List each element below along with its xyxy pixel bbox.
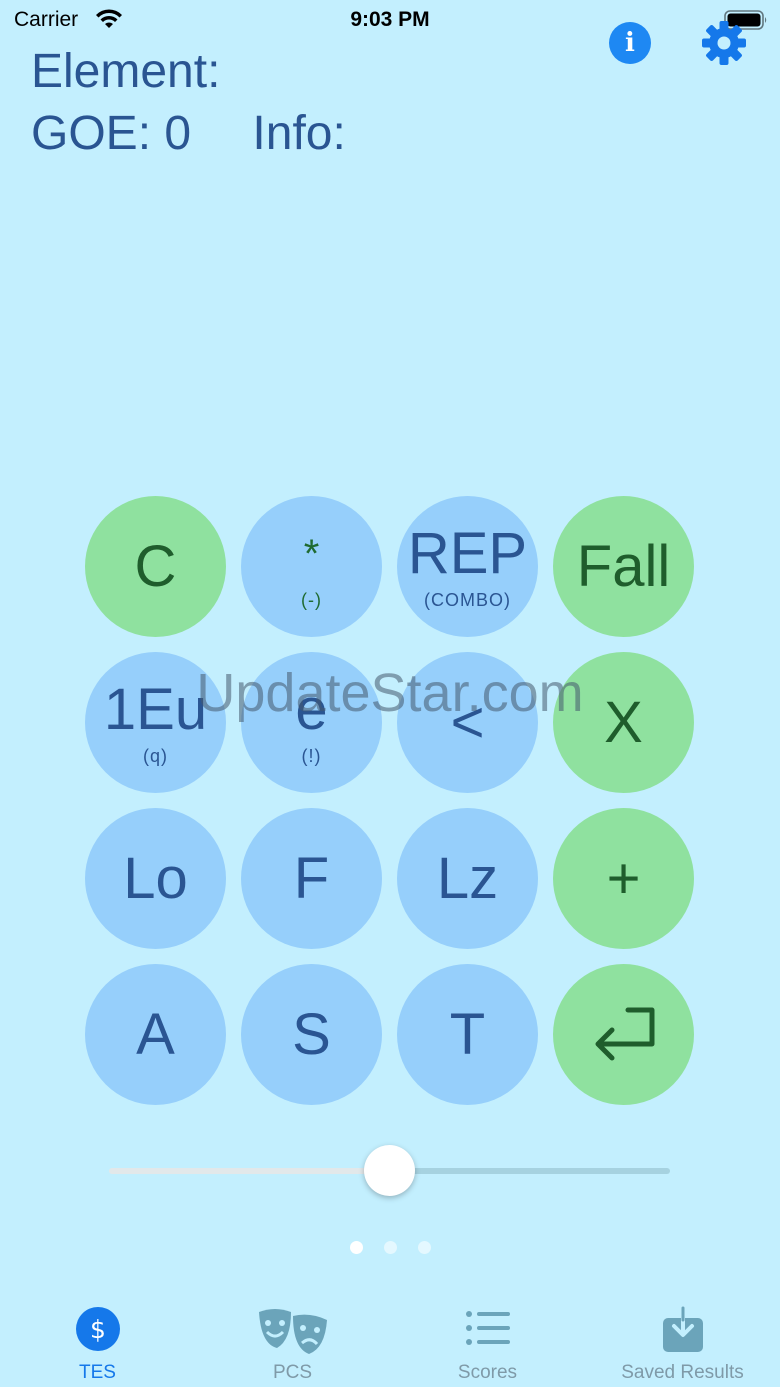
key-return[interactable] <box>553 964 694 1105</box>
slider-thumb[interactable] <box>364 1145 415 1196</box>
gear-icon <box>702 21 746 65</box>
page-dot-2[interactable] <box>384 1241 397 1254</box>
slider-track <box>389 1168 670 1174</box>
info-label: Info: <box>252 107 346 160</box>
tab-pcs[interactable]: PCS <box>195 1290 390 1387</box>
download-tray-icon <box>662 1306 703 1352</box>
key-less-than[interactable]: < <box>397 652 538 793</box>
key-label: 1Eu <box>103 676 208 742</box>
tab-label: PCS <box>272 1362 313 1383</box>
key-label: Fall <box>576 533 671 599</box>
key-sublabel: (!) <box>301 745 322 766</box>
key-s[interactable]: S <box>241 964 382 1105</box>
return-icon <box>595 1007 654 1060</box>
settings-button[interactable] <box>701 20 747 71</box>
key-f[interactable]: F <box>241 808 382 949</box>
key-t[interactable]: T <box>397 964 538 1105</box>
key-label: S <box>292 1001 331 1067</box>
key-label: T <box>449 1001 486 1067</box>
info-icon: i <box>625 28 635 58</box>
svg-text:$: $ <box>90 1315 106 1344</box>
key-fall[interactable]: Fall <box>553 496 694 637</box>
page-dot-3[interactable] <box>418 1241 431 1254</box>
key-sublabel: (-) <box>301 589 322 610</box>
goe-label: GOE: 0 <box>31 107 192 160</box>
key-e[interactable]: e (!) <box>241 652 382 793</box>
key-c[interactable]: C <box>85 496 226 637</box>
key-a[interactable]: A <box>85 964 226 1105</box>
key-label: e <box>295 676 328 742</box>
tab-saved-results[interactable]: Saved Results <box>585 1290 780 1387</box>
key-x[interactable]: X <box>553 652 694 793</box>
key-lz[interactable]: Lz <box>397 808 538 949</box>
tab-label: Saved Results <box>621 1362 744 1383</box>
key-rep[interactable]: REP (COMBO) <box>397 496 538 637</box>
key-label: A <box>136 1001 175 1067</box>
status-bar: Carrier 9:03 PM <box>0 0 780 40</box>
key-label: REP <box>407 520 528 586</box>
status-time: 9:03 PM <box>350 8 430 31</box>
key-label: * <box>303 531 320 576</box>
key-label: + <box>606 845 641 911</box>
info-button[interactable]: i <box>609 22 651 64</box>
key-label: F <box>293 845 330 911</box>
page-dot-1[interactable] <box>350 1241 363 1254</box>
tab-label: Scores <box>457 1362 518 1383</box>
key-label: C <box>134 533 177 599</box>
dollar-circle-icon: $ <box>75 1307 120 1351</box>
key-lo[interactable]: Lo <box>85 808 226 949</box>
key-sublabel: (COMBO) <box>424 589 511 610</box>
key-1eu[interactable]: 1Eu (q) <box>85 652 226 793</box>
key-sublabel: (q) <box>143 745 168 766</box>
key-plus[interactable]: + <box>553 808 694 949</box>
key-label: Lo <box>123 845 188 911</box>
element-label: Element: <box>31 45 221 98</box>
tab-tes[interactable]: $ TES <box>0 1290 195 1387</box>
tab-label: TES <box>79 1362 116 1383</box>
tab-bar: $ TES PCS Scores Saved Results <box>0 1290 780 1387</box>
key-label: < <box>450 689 485 755</box>
page-indicator[interactable] <box>350 1241 434 1255</box>
theater-masks-icon <box>258 1309 327 1354</box>
key-asterisk[interactable]: * (-) <box>241 496 382 637</box>
key-label: Lz <box>436 845 499 911</box>
tab-scores[interactable]: Scores <box>390 1290 585 1387</box>
goe-info-line: GOE: 0 Info: <box>31 106 346 162</box>
list-icon <box>465 1311 510 1345</box>
key-label: X <box>604 689 643 755</box>
slider-track-filled <box>109 1168 390 1174</box>
